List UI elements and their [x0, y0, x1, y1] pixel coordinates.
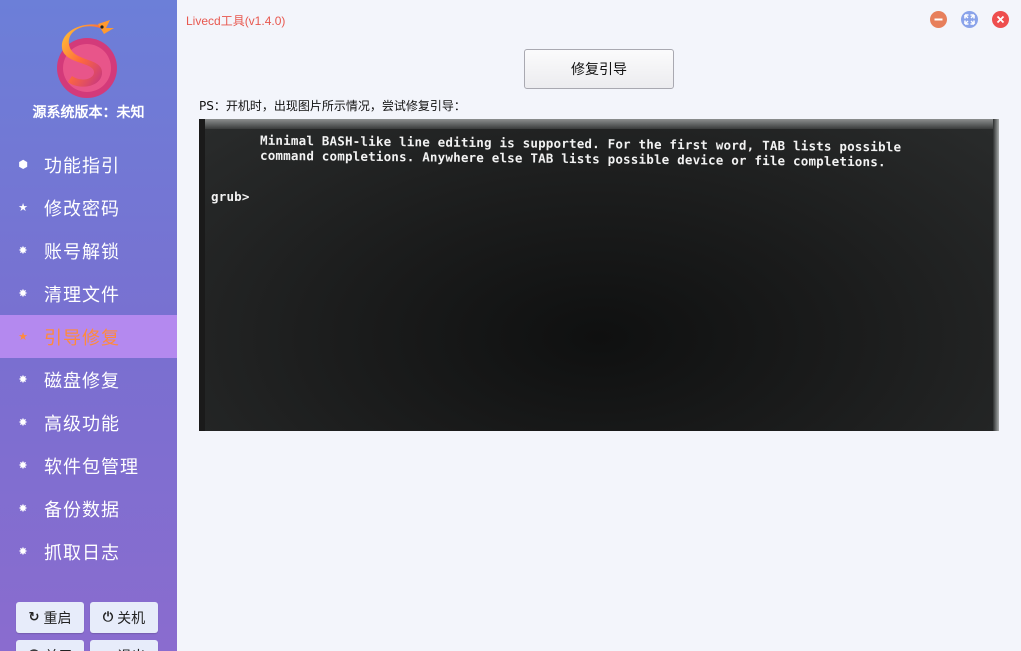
- maximize-icon: [964, 14, 975, 25]
- sidebar-item-label: 修改密码: [44, 198, 120, 220]
- source-version-label: 源系统版本：未知: [32, 105, 145, 121]
- sidebar-item-label: 软件包管理: [44, 456, 139, 478]
- sidebar-item-1[interactable]: ⬢ 功能指引: [0, 143, 177, 186]
- sidebar-item-label: 备份数据: [44, 499, 120, 521]
- gear-icon: ✸: [18, 287, 28, 300]
- ps-hint-text: PS：开机时，出现图片所示情况，尝试修复引导：: [199, 99, 466, 113]
- repair-boot-button[interactable]: 修复引导: [524, 49, 674, 89]
- sidebar-item-label: 账号解锁: [44, 241, 120, 263]
- sidebar-item-4[interactable]: ✸ 清理文件: [0, 272, 177, 315]
- restart-icon: ↻: [28, 610, 40, 625]
- gear-icon: ✸: [18, 373, 28, 386]
- sidebar-item-7[interactable]: ✸ 高级功能: [0, 401, 177, 444]
- window-controls: [930, 11, 1009, 28]
- sidebar-item-label: 磁盘修复: [44, 370, 120, 392]
- minimize-button[interactable]: [930, 11, 947, 28]
- sidebar: 源系统版本：未知 ⬢ 功能指引 ★ 修改密码 ✸ 账号解锁 ✸ 清理文件 ★ 引导修复 ✸ 磁盘修复 ✸…: [0, 0, 177, 651]
- side-button-label: 重启: [43, 610, 72, 627]
- app-logo: [52, 18, 122, 100]
- sidebar-item-10[interactable]: ✸ 抓取日志: [0, 530, 177, 573]
- gear-icon: ✸: [18, 244, 28, 257]
- restart-button[interactable]: ↻ 重启: [16, 602, 84, 633]
- grub-screen-photo: Minimal BASH-like line editing is suppor…: [199, 119, 999, 431]
- sidebar-item-3[interactable]: ✸ 账号解锁: [0, 229, 177, 272]
- monitor-frame-top: [199, 119, 999, 129]
- maximize-button[interactable]: [961, 11, 978, 28]
- gear-icon: ✸: [18, 545, 28, 558]
- sidebar-item-9[interactable]: ✸ 备份数据: [0, 487, 177, 530]
- sidebar-button-row-2: ⓵ 关于 ⇥退出: [16, 640, 158, 651]
- sidebar-item-label: 引导修复: [44, 327, 120, 349]
- side-button-label: 关于: [45, 646, 73, 651]
- close-icon: [996, 15, 1005, 24]
- sidebar-item-label: 抓取日志: [44, 542, 120, 564]
- sidebar-item-5[interactable]: ★ 引导修复: [0, 315, 177, 358]
- close-button[interactable]: [992, 11, 1009, 28]
- info-icon: ⓵: [27, 646, 40, 651]
- monitor-frame-left: [199, 119, 205, 431]
- shutdown-button[interactable]: ⏻ 关机: [90, 602, 158, 633]
- about-button[interactable]: ⓵ 关于: [16, 640, 84, 651]
- side-button-label: 关机: [117, 610, 146, 627]
- window-title: Livecd工具(v1.4.0): [186, 14, 286, 28]
- star-icon: ★: [18, 201, 28, 214]
- sidebar-item-6[interactable]: ✸ 磁盘修复: [0, 358, 177, 401]
- grub-prompt: grub>: [211, 189, 250, 204]
- sidebar-nav: ⬢ 功能指引 ★ 修改密码 ✸ 账号解锁 ✸ 清理文件 ★ 引导修复 ✸ 磁盘修复 ✸ 高级功能 ✸ 软件包管…: [0, 143, 177, 573]
- sidebar-item-label: 高级功能: [44, 413, 120, 435]
- sidebar-item-2[interactable]: ★ 修改密码: [0, 186, 177, 229]
- sidebar-item-8[interactable]: ✸ 软件包管理: [0, 444, 177, 487]
- exit-button[interactable]: ⇥退出: [90, 640, 158, 651]
- gear-icon: ✸: [18, 459, 28, 472]
- sidebar-item-label: 清理文件: [44, 284, 120, 306]
- side-button-label: 退出: [117, 646, 145, 651]
- cube-icon: ⬢: [18, 158, 28, 171]
- monitor-frame-right: [993, 119, 999, 431]
- star-icon: ★: [18, 330, 28, 343]
- sidebar-item-label: 功能指引: [44, 155, 120, 177]
- minimize-icon: [934, 18, 943, 21]
- gear-icon: ✸: [18, 502, 28, 515]
- sidebar-button-row-1: ↻ 重启 ⏻ 关机: [16, 602, 158, 633]
- power-icon: ⏻: [102, 610, 114, 625]
- gear-icon: ✸: [18, 416, 28, 429]
